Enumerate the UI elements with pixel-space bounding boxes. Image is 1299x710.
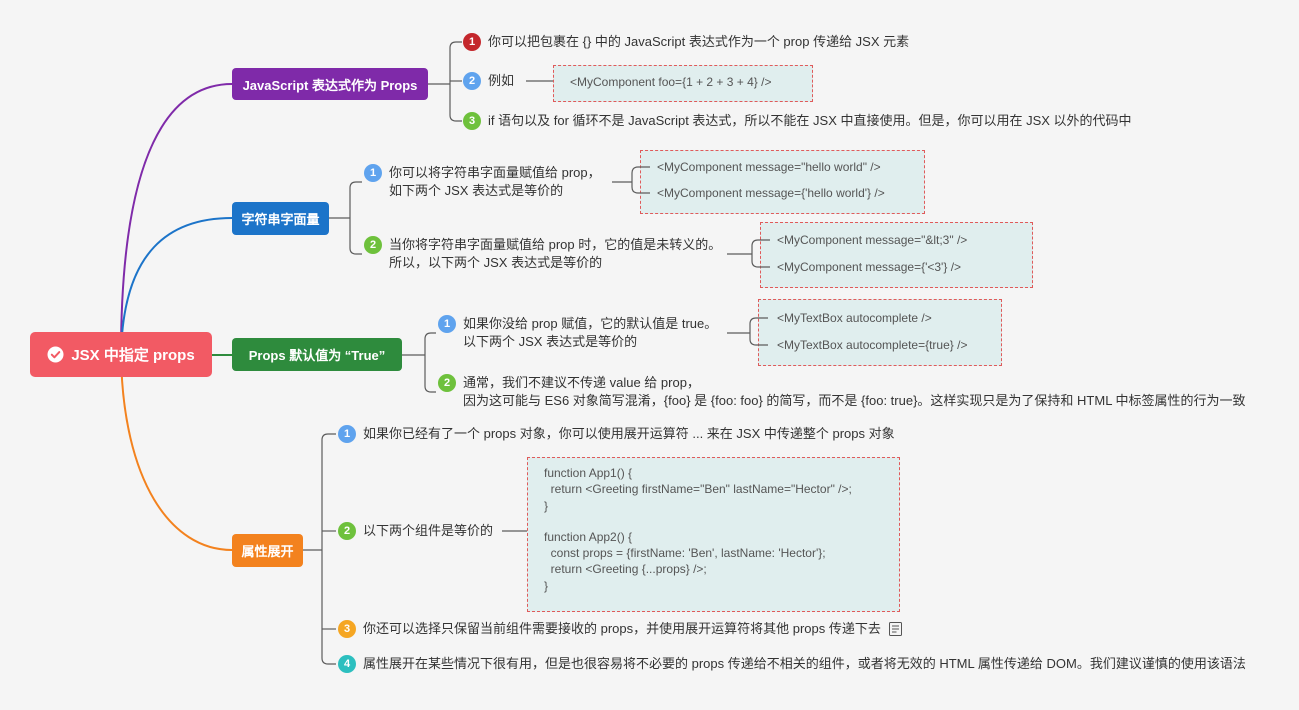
subtopic-text: 如果你已经有了一个 props 对象，你可以使用展开运算符 ... 来在 JSX… — [363, 425, 895, 443]
branch-topic-props-default-true[interactable]: Props 默认值为 “True” — [232, 338, 402, 371]
number-badge: 2 — [463, 72, 481, 90]
subtopic-text-line: if 语句以及 for 循环不是 JavaScript 表达式，所以不能在 JS… — [488, 113, 1132, 128]
connector-code-bracket — [751, 239, 770, 268]
branch-topic-label: 字符串字面量 — [241, 212, 320, 227]
subtopic-text-line: 如果你已经有了一个 props 对象，你可以使用展开运算符 ... 来在 JSX… — [363, 426, 895, 441]
subtopic-text: 以下两个组件是等价的 — [363, 522, 493, 540]
number-badge: 1 — [338, 425, 356, 443]
subtopic[interactable]: 4 属性展开在某些情况下很有用，但是也很容易将不必要的 props 传递给不相关… — [338, 655, 1246, 673]
subtopic-text-line: 如下两个 JSX 表达式是等价的 — [389, 183, 564, 198]
number-badge: 2 — [338, 522, 356, 540]
subtopic-text: 你可以将字符串字面量赋值给 prop， 如下两个 JSX 表达式是等价的 — [389, 164, 601, 200]
number-badge: 3 — [338, 620, 356, 638]
subtopic[interactable]: 2 以下两个组件是等价的 — [338, 522, 493, 540]
subtopic-text-line: 如果你没给 prop 赋值，它的默认值是 true。 — [463, 316, 718, 331]
number-badge: 2 — [438, 374, 456, 392]
subtopic-text-line: 你还可以选择只保留当前组件需要接收的 props，并使用展开运算符将其他 pro… — [363, 621, 881, 636]
number-badge: 1 — [364, 164, 382, 182]
subtopic-text-line: 你可以将字符串字面量赋值给 prop， — [389, 165, 601, 180]
subtopic-text: 通常，我们不建议不传递 value 给 prop， 因为这可能与 ES6 对象简… — [463, 374, 1246, 410]
number-badge: 1 — [438, 315, 456, 333]
subtopic[interactable]: 3 if 语句以及 for 循环不是 JavaScript 表达式，所以不能在 … — [463, 112, 1132, 130]
check-circle-icon — [47, 346, 64, 363]
number-badge: 4 — [338, 655, 356, 673]
number-badge: 3 — [463, 112, 481, 130]
number-badge: 1 — [463, 33, 481, 51]
subtopic-text-line: 例如 — [488, 73, 515, 88]
subtopic[interactable]: 1 你可以把包裹在 {} 中的 JavaScript 表达式作为一个 prop … — [463, 33, 909, 51]
subtopic[interactable]: 2 通常，我们不建议不传递 value 给 prop， 因为这可能与 ES6 对… — [438, 374, 1246, 410]
subtopic-text: 你还可以选择只保留当前组件需要接收的 props，并使用展开运算符将其他 pro… — [363, 620, 881, 638]
mindmap-canvas: <MyComponent foo={1 + 2 + 3 + 4} /> <MyC… — [0, 0, 1299, 710]
subtopic[interactable]: 3 你还可以选择只保留当前组件需要接收的 props，并使用展开运算符将其他 p… — [338, 620, 902, 638]
branch-topic-label: JavaScript 表达式作为 Props — [242, 77, 418, 93]
subtopic-text-line: 通常，我们不建议不传递 value 给 prop， — [463, 375, 700, 390]
branch-topic-label: Props 默认值为 “True” — [248, 348, 386, 363]
subtopic-text: 如果你没给 prop 赋值，它的默认值是 true。 以下两个 JSX 表达式是… — [463, 315, 717, 351]
subtopic-text: 当你将字符串字面量赋值给 prop 时，它的值是未转义的。 所以，以下两个 JS… — [389, 236, 721, 272]
subtopic-text-line: 属性展开在某些情况下很有用，但是也很容易将不必要的 props 传递给不相关的组… — [363, 656, 1246, 671]
subtopic[interactable]: 1 你可以将字符串字面量赋值给 prop， 如下两个 JSX 表达式是等价的 — [364, 164, 601, 200]
connector-branch-3-bracket — [424, 332, 436, 393]
connector-code-bracket — [749, 317, 768, 346]
connector-branch-2-bracket — [349, 181, 362, 255]
subtopic-text-line: 你可以把包裹在 {} 中的 JavaScript 表达式作为一个 prop 传递… — [488, 34, 910, 49]
subtopic-text: 属性展开在某些情况下很有用，但是也很容易将不必要的 props 传递给不相关的组… — [363, 655, 1246, 673]
root-topic-label: JSX 中指定 props — [71, 347, 195, 364]
subtopic[interactable]: 1 如果你没给 prop 赋值，它的默认值是 true。 以下两个 JSX 表达… — [438, 315, 717, 351]
subtopic[interactable]: 2 当你将字符串字面量赋值给 prop 时，它的值是未转义的。 所以，以下两个 … — [364, 236, 721, 272]
root-topic[interactable]: JSX 中指定 props — [30, 332, 212, 377]
subtopic-text-line: 因为这可能与 ES6 对象简写混淆，{foo} 是 {foo: foo} 的简写… — [463, 393, 1246, 408]
connector-root-to-branch-4 — [120, 354, 233, 551]
branch-topic-javascript-expressions[interactable]: JavaScript 表达式作为 Props — [232, 68, 428, 100]
subtopic-text-line: 所以，以下两个 JSX 表达式是等价的 — [389, 255, 603, 270]
connector-code-bracket — [631, 166, 650, 194]
subtopic[interactable]: 2 例如 — [463, 72, 514, 90]
subtopic-text-line: 以下两个 JSX 表达式是等价的 — [463, 334, 638, 349]
number-badge: 2 — [364, 236, 382, 254]
subtopic-text-line: 以下两个组件是等价的 — [363, 523, 494, 538]
subtopic[interactable]: 1 如果你已经有了一个 props 对象，你可以使用展开运算符 ... 来在 J… — [338, 425, 895, 443]
subtopic-text: 例如 — [488, 72, 514, 90]
subtopic-text-line: 当你将字符串字面量赋值给 prop 时，它的值是未转义的。 — [389, 237, 722, 252]
subtopic-text: if 语句以及 for 循环不是 JavaScript 表达式，所以不能在 JS… — [488, 112, 1132, 130]
subtopic-text: 你可以把包裹在 {} 中的 JavaScript 表达式作为一个 prop 传递… — [488, 33, 909, 51]
note-icon[interactable] — [888, 622, 902, 636]
branch-topic-string-literals[interactable]: 字符串字面量 — [232, 202, 329, 235]
branch-topic-spread-attributes[interactable]: 属性展开 — [232, 534, 303, 567]
branch-topic-label: 属性展开 — [241, 544, 294, 559]
